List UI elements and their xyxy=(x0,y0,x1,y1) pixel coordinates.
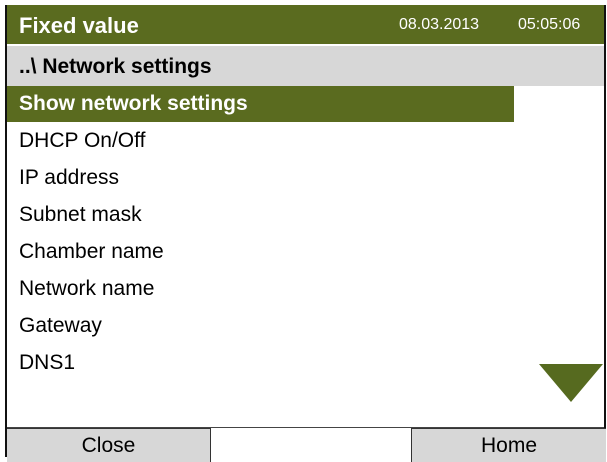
scroll-down-triangle-icon[interactable] xyxy=(539,364,603,402)
menu-item-network-name[interactable]: Network name xyxy=(7,271,604,307)
breadcrumb: ..\ Network settings xyxy=(7,46,604,86)
menu-item-dns1[interactable]: DNS1 xyxy=(7,345,604,381)
menu-item-label: Chamber name xyxy=(19,240,164,263)
title-bar: Fixed value 08.03.2013 05:05:06 xyxy=(7,5,604,46)
close-button-label: Close xyxy=(81,434,136,457)
menu-item-label: Gateway xyxy=(19,314,102,337)
menu-item-subnet-mask[interactable]: Subnet mask xyxy=(7,197,604,233)
menu-item-show-network-settings[interactable]: Show network settings xyxy=(7,86,514,122)
menu-item-dhcp[interactable]: DHCP On/Off xyxy=(7,123,604,159)
menu-item-chamber-name[interactable]: Chamber name xyxy=(7,234,604,270)
breadcrumb-label: ..\ Network settings xyxy=(19,55,212,78)
menu-item-gateway[interactable]: Gateway xyxy=(7,308,604,344)
mode-title: Fixed value xyxy=(19,13,139,38)
date-display: 08.03.2013 xyxy=(399,16,480,33)
time-display: 05:05:06 xyxy=(518,16,581,33)
menu-item-label: DNS1 xyxy=(19,351,76,374)
menu-item-label: Show network settings xyxy=(19,92,248,115)
home-button-label: Home xyxy=(480,434,538,457)
menu-item-label: IP address xyxy=(19,166,120,189)
menu-item-ip-address[interactable]: IP address xyxy=(7,160,604,196)
menu-item-label: DHCP On/Off xyxy=(19,129,146,152)
menu-item-label: Subnet mask xyxy=(19,203,142,226)
menu-item-label: Network name xyxy=(19,277,155,300)
controller-screen: Fixed value 08.03.2013 05:05:06 ..\ Netw… xyxy=(5,5,606,462)
